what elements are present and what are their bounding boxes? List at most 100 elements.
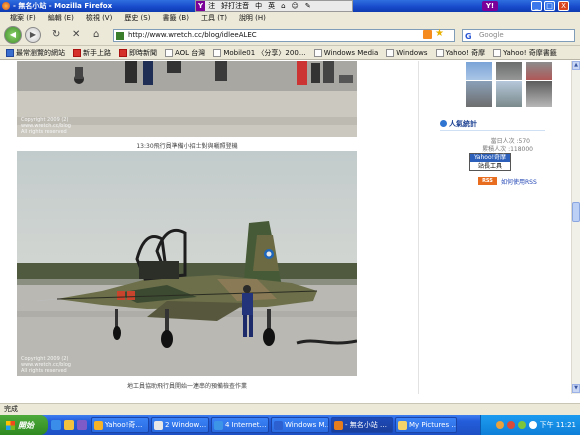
status-text: 完成 (4, 405, 18, 413)
album-thumbnail-4[interactable] (465, 80, 493, 108)
rss-feed-icon[interactable] (423, 30, 432, 39)
taskbar-item-windows-media[interactable]: Windows M… (271, 417, 329, 433)
photo-jet-scene (17, 151, 357, 376)
stat-total: 累積人次 :118000 (482, 146, 533, 153)
taskbar-item-windows[interactable]: 2 Window… (151, 417, 209, 433)
webmaster-tools-label: 站長工具 (477, 163, 502, 170)
page-icon (213, 48, 222, 57)
bookmark-windows[interactable]: Windows (382, 48, 431, 57)
taskbar-item-firefox[interactable]: - 無名小站 … (331, 417, 393, 433)
tray-icon-4[interactable] (528, 421, 537, 429)
page-icon (435, 48, 444, 57)
yahoo-badge-label: Yahoo!奇摩 (470, 154, 510, 162)
photo-caption-main: 地工員協助飛行員開始一連串的預備檢查作業 (126, 383, 247, 390)
stop-icon[interactable]: ✕ (72, 29, 80, 41)
home-icon[interactable]: ⌂ (93, 29, 99, 41)
bookmark-getting-started[interactable]: 新手上路 (69, 48, 115, 58)
scrollbar-thumb[interactable] (572, 202, 580, 222)
menu-file[interactable]: 檔案 (F) (4, 13, 42, 23)
menu-help[interactable]: 說明 (H) (233, 13, 272, 23)
bookmark-star-icon[interactable]: ★ (435, 28, 444, 39)
firefox-icon (334, 421, 343, 430)
bookmark-aol[interactable]: AOL 台灣 (161, 48, 209, 58)
quick-launch (48, 420, 90, 430)
ime-home-icon[interactable]: ⌂ (278, 2, 288, 10)
ime-smiley-icon[interactable]: ☺ (289, 2, 302, 10)
column-divider (418, 61, 419, 394)
ime-yahoo-icon[interactable]: Y (196, 1, 206, 11)
maximize-button[interactable]: □ (544, 1, 555, 11)
menu-edit[interactable]: 編輯 (E) (42, 13, 80, 23)
photo-watermark: Copyright 2009 (2) www.wretch.cc/blog Al… (21, 117, 71, 135)
page-icon (165, 48, 173, 57)
blog-sidebar (420, 61, 571, 394)
start-button[interactable]: 開始 (0, 415, 48, 435)
minimize-button[interactable]: _ (531, 1, 542, 11)
folder-icon[interactable] (64, 420, 74, 430)
ie-icon (214, 421, 223, 430)
yahoo-messenger-icon (94, 421, 103, 430)
vertical-scrollbar[interactable]: ▲ ▼ (571, 61, 580, 394)
ie-icon[interactable] (51, 420, 61, 430)
folder-icon (6, 48, 14, 57)
taskbar-item-internet[interactable]: 4 Internet… (211, 417, 269, 433)
yahoo-toolbar-icon[interactable]: Y! (482, 1, 498, 11)
media-player-icon (274, 421, 283, 430)
tray-icon-1[interactable] (495, 421, 504, 429)
search-box[interactable]: G Google (462, 29, 575, 42)
menu-tools[interactable]: 工具 (T) (195, 13, 233, 23)
yahoo-webmaster-badge[interactable]: Yahoo!奇摩 站長工具 (469, 153, 511, 171)
bullet-icon (440, 120, 447, 127)
windows-logo-icon (6, 420, 15, 430)
window-title: - 無名小站 - Mozilla Firefox (13, 2, 113, 10)
menu-bar: 檔案 (F) 編輯 (E) 檢視 (V) 歷史 (S) 書籤 (B) 工具 (T… (0, 12, 580, 24)
blog-photo-jet[interactable]: Copyright 2009 (2) www.wretch.cc/blog Al… (17, 151, 357, 376)
menu-bookmarks[interactable]: 書籤 (B) (156, 13, 195, 23)
taskbar-item-yahoo[interactable]: Yahoo!奇… (91, 417, 149, 433)
system-clock[interactable]: 下午 11:21 (540, 420, 576, 430)
page-content: Copyright 2009 (2) www.wretch.cc/blog Al… (0, 61, 571, 394)
ime-name[interactable]: 好打注音 (218, 1, 252, 11)
tray-icon-3[interactable] (517, 421, 526, 429)
ime-pen-icon[interactable]: ✎ (302, 2, 314, 10)
live-feed-icon (119, 48, 127, 57)
forward-button[interactable]: ▶ (25, 27, 41, 43)
photo-caption-top: 13:30飛行員準備小招士對與曬照登機 (136, 143, 238, 150)
address-url: http://www.wretch.cc/blog/idleeALEC (128, 31, 257, 39)
ime-bopomofo-indicator[interactable]: 注 (205, 1, 218, 11)
ime-chinese-mode[interactable]: 中 (252, 1, 265, 11)
menu-history[interactable]: 歷史 (S) (118, 13, 156, 23)
ime-toolbar[interactable]: Y 注 好打注音 中 英 ⌂ ☺ ✎ (195, 0, 353, 12)
title-bar: - 無名小站 - Mozilla Firefox Y 注 好打注音 中 英 ⌂ … (0, 0, 580, 12)
address-bar[interactable]: http://www.wretch.cc/blog/idleeALEC (113, 29, 455, 42)
blog-photo-top[interactable]: Copyright 2009 (2) www.wretch.cc/blog Al… (17, 61, 357, 137)
album-thumbnail-6[interactable] (525, 80, 553, 108)
taskbar-item-my-pictures[interactable]: My Pictures … (395, 417, 457, 433)
scroll-down-arrow-icon[interactable]: ▼ (572, 384, 580, 393)
navigation-toolbar: ◀ ▶ ↻ ✕ ⌂ http://www.wretch.cc/blog/idle… (0, 24, 580, 46)
back-button[interactable]: ◀ (4, 26, 22, 44)
google-icon[interactable]: G (465, 31, 472, 42)
media-icon[interactable] (77, 420, 87, 430)
photo-watermark-main: Copyright 2009 (2) www.wretch.cc/blog Al… (21, 356, 71, 374)
rss-help-link[interactable]: 如何使用RSS (501, 177, 537, 186)
firefox-icon (73, 48, 81, 57)
reload-icon[interactable]: ↻ (52, 29, 60, 41)
bookmark-windows-media[interactable]: Windows Media (310, 48, 383, 57)
rss-badge[interactable]: RSS (478, 177, 497, 185)
album-thumbnail-5[interactable] (495, 80, 523, 108)
bookmarks-toolbar: 最常瀏覽的網站 新手上路 即時新聞 AOL 台灣 Mobile01 〈分享〉20… (0, 46, 580, 60)
system-tray: 下午 11:21 (480, 415, 580, 435)
bookmark-most-visited[interactable]: 最常瀏覽的網站 (2, 48, 69, 58)
page-icon (493, 48, 502, 57)
blog-post-column: Copyright 2009 (2) www.wretch.cc/blog Al… (0, 61, 420, 394)
bookmark-mobile01[interactable]: Mobile01 〈分享〉200… (209, 48, 309, 58)
bookmark-yahoo-bookmarks[interactable]: Yahoo! 奇摩書籤 (489, 48, 561, 58)
menu-view[interactable]: 檢視 (V) (80, 13, 118, 23)
bookmark-yahoo[interactable]: Yahoo! 奇摩 (432, 48, 490, 58)
tray-icon-2[interactable] (506, 421, 515, 429)
scroll-up-arrow-icon[interactable]: ▲ (572, 61, 580, 70)
close-button[interactable]: X (558, 1, 569, 11)
ime-english-mode[interactable]: 英 (265, 1, 278, 11)
bookmark-news[interactable]: 即時新聞 (115, 48, 161, 58)
